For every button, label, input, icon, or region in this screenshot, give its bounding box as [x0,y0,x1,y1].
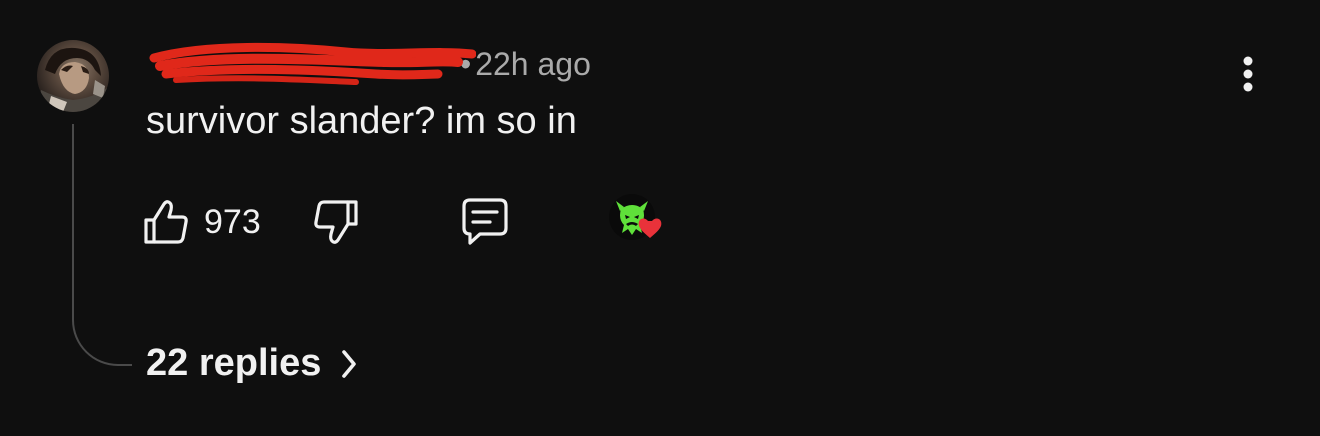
more-options-button[interactable] [1228,52,1268,96]
comment-bubble-icon [462,198,508,245]
comment-meta: @ • 22h ago [146,42,591,85]
creator-heart-icon [609,194,662,240]
like-button[interactable]: 973 [140,192,261,252]
author-handle[interactable]: @ [146,42,476,85]
replies-label: 22 replies [146,342,322,384]
comment-text: survivor slander? im so in [146,100,577,142]
view-replies-button[interactable]: 22 replies [146,342,359,385]
thumbs-down-icon [314,200,358,244]
user-avatar[interactable] [37,40,109,112]
reply-button[interactable] [456,192,512,252]
redaction-scribble [149,42,476,85]
chevron-right-icon [339,348,359,380]
vertical-dots-icon [1243,56,1253,92]
dislike-button[interactable] [310,192,362,252]
comment-timestamp: 22h ago [475,45,591,82]
comment-thread: @ • 22h ago survivor slander? im so in 9… [0,0,1320,436]
creator-heart-badge [608,190,670,250]
thread-connector-line [72,124,132,366]
thumbs-up-icon [144,200,188,244]
avatar-image [37,47,109,112]
like-count: 973 [204,202,261,241]
